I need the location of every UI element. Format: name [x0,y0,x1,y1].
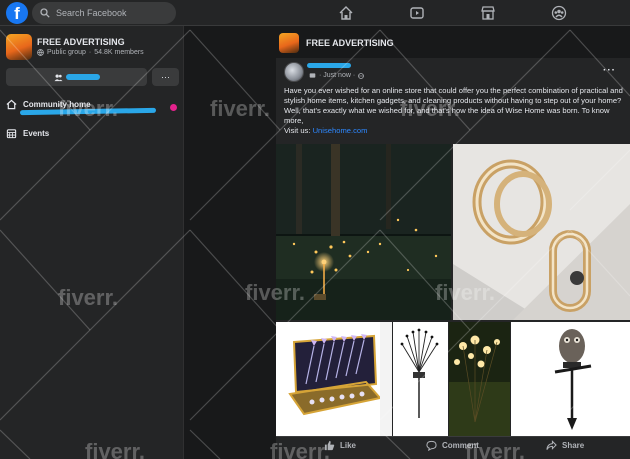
group-header: FREE ADVERTISING [184,26,630,58]
group-name[interactable]: FREE ADVERTISING [37,37,125,47]
sidebar-item-label: Community home [23,100,91,109]
like-label: Like [340,441,357,450]
post-meta: · Just now · [309,72,365,79]
garden-lights-image [276,144,451,320]
group-members-icon [53,74,63,81]
owl-light-image [511,322,630,436]
group-sidebar: FREE ADVERTISING Public group · 54.8K me… [0,26,184,459]
notification-dot [170,104,177,111]
marketplace-icon[interactable] [480,5,496,21]
photo-ring-wall-lamp[interactable] [453,144,630,320]
member-badge-icon [309,73,316,78]
photo-lights-box[interactable] [276,322,392,436]
more-options-button[interactable]: ··· [152,68,179,86]
facebook-logo[interactable]: f [6,2,28,24]
groups-icon[interactable] [551,5,567,21]
like-icon [324,440,335,451]
avatar[interactable] [284,62,304,82]
redaction-scribble [65,74,100,80]
calendar-icon [6,129,17,139]
member-count: 54.8K members [94,49,144,56]
redaction-scribble [307,63,351,68]
post-options-button[interactable]: ··· [603,65,616,76]
post-body: Have you ever wished for an online store… [284,86,624,136]
photo-solar-stake-light[interactable] [393,322,448,436]
photo-firefly-lights[interactable] [449,322,510,436]
actions-divider [276,436,630,437]
share-icon [546,440,557,450]
firefly-lights-image [449,322,510,436]
home-icon [6,99,17,110]
group-name[interactable]: FREE ADVERTISING [306,38,394,48]
group-cover-thumbnail[interactable] [6,34,32,60]
share-label: Share [562,441,585,450]
search-box[interactable] [32,2,176,24]
redaction-scribble [19,107,157,116]
feed-gutter [184,26,276,459]
group-cover-thumbnail[interactable] [279,33,299,53]
search-icon [40,8,50,18]
comment-label: Comment [442,441,479,450]
top-navigation-bar: f [0,0,630,26]
globe-icon [37,49,44,56]
post-body-text: Have you ever wished for an online store… [284,86,623,125]
like-button[interactable]: Like [324,440,356,451]
wall-lamp-image [453,144,630,320]
sidebar-item-label: Events [23,129,50,138]
visit-label: Visit us: [284,126,311,135]
share-button[interactable]: Share [546,440,584,451]
home-icon[interactable] [338,5,354,21]
feed-post: · Just now · ··· Have you ever wished fo… [276,58,630,459]
video-icon[interactable] [409,5,425,21]
solar-stake-image [393,322,448,436]
comment-button[interactable]: Comment [426,440,479,451]
group-type: Public group [47,49,86,56]
joined-button[interactable] [6,68,147,86]
comment-icon [426,440,437,451]
group-meta: Public group · 54.8K members [37,49,144,56]
website-link[interactable]: Unisehome.com [313,126,368,135]
photo-garden-lights[interactable] [276,144,451,320]
photo-owl-solar-light[interactable] [511,322,630,436]
meta-separator: · [88,49,92,56]
post-timestamp[interactable]: · Just now · [319,72,355,79]
globe-icon [358,72,365,79]
search-input[interactable] [56,8,166,18]
lights-box-image [276,322,392,436]
sidebar-item-events[interactable]: Events [6,128,49,139]
